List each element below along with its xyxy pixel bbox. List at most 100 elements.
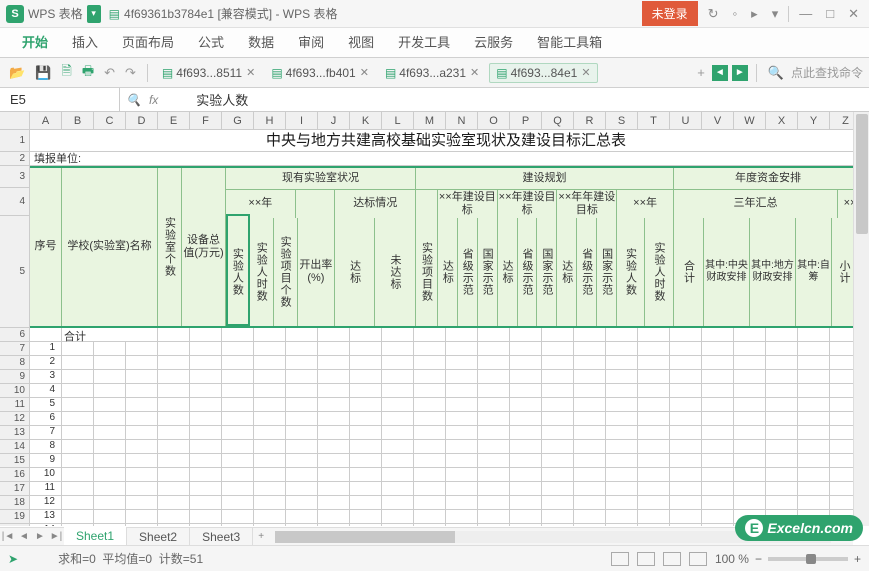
table-row[interactable]: 2	[30, 356, 862, 370]
col-header[interactable]: T	[638, 112, 670, 130]
col-header[interactable]: R	[574, 112, 606, 130]
tab-close-icon[interactable]: ✕	[581, 66, 590, 79]
table-row[interactable]: 4	[30, 384, 862, 398]
ribbon-tab-dev[interactable]: 开发工具	[386, 26, 462, 57]
table-row[interactable]: 10	[30, 468, 862, 482]
vertical-scrollbar[interactable]	[853, 112, 869, 526]
search-hint[interactable]: 点此查找命令	[791, 64, 863, 81]
search-cell-icon[interactable]: 🔍	[126, 93, 141, 107]
login-button[interactable]: 未登录	[642, 1, 698, 26]
scroll-thumb[interactable]	[275, 531, 455, 543]
sheet-nav-last-icon[interactable]: ►|	[48, 531, 64, 542]
ribbon-tab-insert[interactable]: 插入	[60, 26, 110, 57]
row-header[interactable]: 5	[0, 216, 30, 328]
col-header[interactable]: B	[62, 112, 94, 130]
table-row[interactable]: 9	[30, 454, 862, 468]
undo-icon[interactable]: ↶	[101, 63, 118, 83]
row-header[interactable]: 15	[0, 454, 30, 468]
sheet-nav-prev-icon[interactable]: ◄	[16, 531, 32, 542]
col-header[interactable]: S	[606, 112, 638, 130]
row-header[interactable]: 7	[0, 342, 30, 356]
doc-tab-2[interactable]: ▤4f693...fb401✕	[265, 64, 375, 82]
col-header[interactable]: U	[670, 112, 702, 130]
table-row[interactable]: 3	[30, 370, 862, 384]
table-row[interactable]: 5	[30, 398, 862, 412]
table-row[interactable]: 8	[30, 440, 862, 454]
sheet-nav-next-icon[interactable]: ►	[32, 531, 48, 542]
col-header[interactable]: G	[222, 112, 254, 130]
table-row[interactable]: 11	[30, 482, 862, 496]
scroll-thumb[interactable]	[856, 114, 868, 234]
table-row[interactable]: 1	[30, 342, 862, 356]
row-header[interactable]: 11	[0, 398, 30, 412]
ribbon-tab-cloud[interactable]: 云服务	[462, 26, 525, 57]
row-header[interactable]: 10	[0, 384, 30, 398]
ribbon-tab-formula[interactable]: 公式	[186, 26, 236, 57]
skin-icon[interactable]: ▾	[768, 6, 783, 22]
settings-icon[interactable]: ◦	[729, 6, 742, 21]
col-header[interactable]: X	[766, 112, 798, 130]
col-header[interactable]: N	[446, 112, 478, 130]
row-header[interactable]: 3	[0, 166, 30, 188]
col-header[interactable]: D	[126, 112, 158, 130]
ribbon-tab-view[interactable]: 视图	[336, 26, 386, 57]
col-header[interactable]: O	[478, 112, 510, 130]
col-header[interactable]: Y	[798, 112, 830, 130]
ribbon-tab-review[interactable]: 审阅	[286, 26, 336, 57]
zoom-in-icon[interactable]: +	[854, 552, 861, 566]
col-header[interactable]: W	[734, 112, 766, 130]
table-row[interactable]: 7	[30, 426, 862, 440]
doc-tab-1[interactable]: ▤4f693...8511✕	[156, 64, 261, 82]
print-preview-icon[interactable]: 🗎	[58, 60, 74, 86]
zoom-thumb[interactable]	[806, 554, 816, 564]
close-icon[interactable]: ✕	[844, 6, 863, 22]
row-header[interactable]: 1	[0, 130, 30, 152]
tab-close-icon[interactable]: ✕	[470, 66, 479, 79]
row-header[interactable]: 2	[0, 152, 30, 166]
col-header[interactable]: P	[510, 112, 542, 130]
table-row[interactable]: 12	[30, 496, 862, 510]
col-header[interactable]: M	[414, 112, 446, 130]
row-header[interactable]: 4	[0, 188, 30, 216]
sheet-nav-first-icon[interactable]: |◄	[0, 531, 16, 542]
row-header[interactable]: 20	[0, 524, 30, 526]
redo-icon[interactable]: ↷	[122, 63, 139, 83]
nav-prev-icon[interactable]: ◄	[712, 65, 728, 81]
col-header[interactable]: J	[318, 112, 350, 130]
sheet-tab-1[interactable]: Sheet1	[64, 527, 127, 547]
col-header[interactable]: K	[350, 112, 382, 130]
new-tab-icon[interactable]: +	[694, 63, 708, 82]
search-icon[interactable]: 🔍	[765, 63, 787, 83]
total-row[interactable]: 合计	[30, 328, 862, 342]
minimize-icon[interactable]: —	[795, 6, 816, 21]
open-icon[interactable]: 📂	[6, 63, 28, 83]
row-header[interactable]: 16	[0, 468, 30, 482]
sheet-tab-3[interactable]: Sheet3	[190, 528, 253, 546]
app-menu-dropdown[interactable]: ▾	[87, 5, 101, 23]
table-row[interactable]: 6	[30, 412, 862, 426]
save-icon[interactable]: 💾	[32, 63, 54, 83]
tab-close-icon[interactable]: ✕	[246, 66, 255, 79]
view-reading-icon[interactable]	[689, 552, 707, 566]
view-break-icon[interactable]	[663, 552, 681, 566]
row-header[interactable]: 13	[0, 426, 30, 440]
maximize-icon[interactable]: □	[822, 6, 838, 21]
add-sheet-icon[interactable]: +	[253, 531, 269, 542]
select-all-corner[interactable]	[0, 112, 30, 130]
col-header[interactable]: A	[30, 112, 62, 130]
fx-icon[interactable]: fx	[149, 93, 158, 107]
zoom-slider[interactable]	[768, 557, 848, 561]
formula-value[interactable]: 实验人数	[196, 90, 248, 109]
col-header[interactable]: C	[94, 112, 126, 130]
nav-next-icon[interactable]: ►	[732, 65, 748, 81]
row-header[interactable]: 18	[0, 496, 30, 510]
col-header[interactable]: I	[286, 112, 318, 130]
sync-icon[interactable]: ↻	[704, 6, 723, 22]
col-header[interactable]: L	[382, 112, 414, 130]
share-icon[interactable]: ▸	[747, 6, 762, 22]
row-header[interactable]: 12	[0, 412, 30, 426]
col-header[interactable]: Q	[542, 112, 574, 130]
row-header[interactable]: 6	[0, 328, 30, 342]
col-header[interactable]: E	[158, 112, 190, 130]
zoom-out-icon[interactable]: −	[755, 552, 762, 566]
